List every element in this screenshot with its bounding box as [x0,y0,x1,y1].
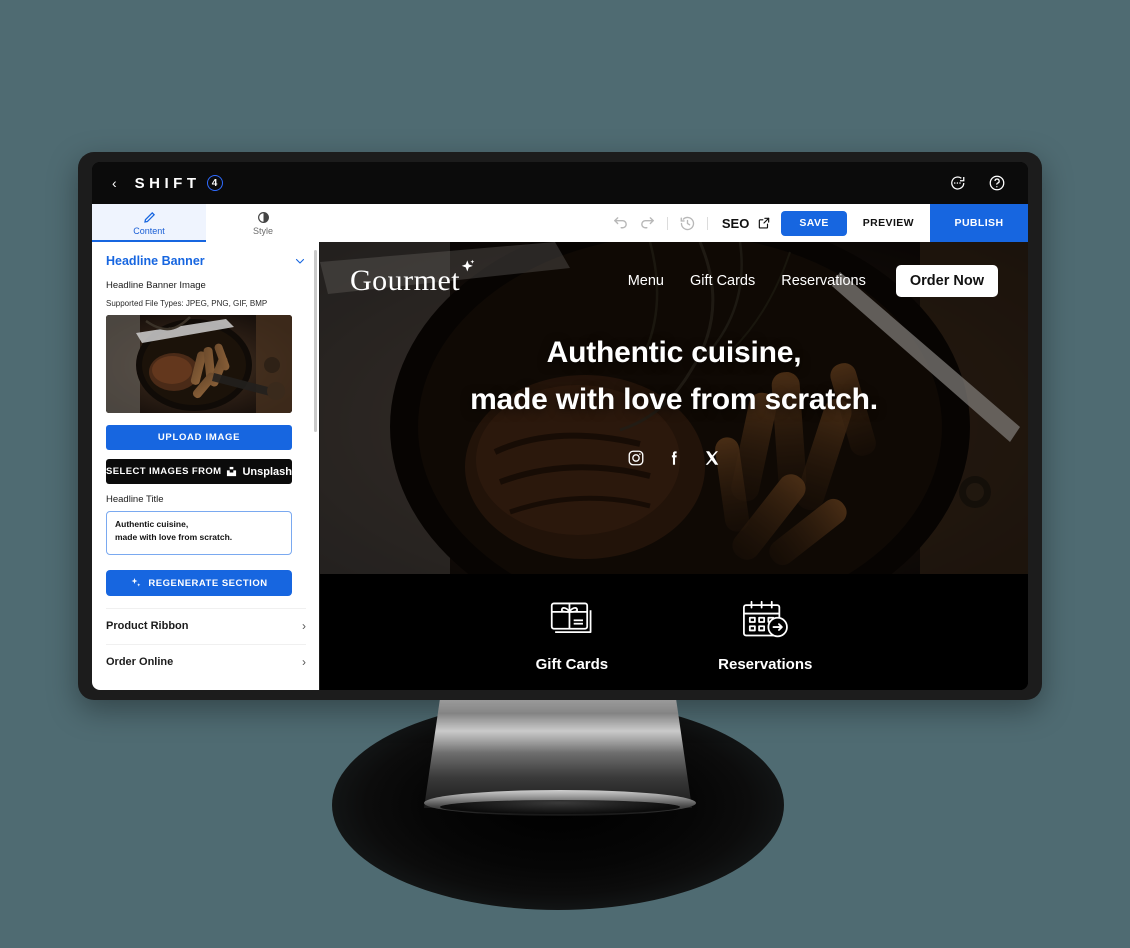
toolbar-actions: SEO SAVE PREVIEW PUBLISH [320,204,1028,242]
hero-content: Authentic cuisine, made with love from s… [320,242,1028,467]
supported-file-types: Supported File Types: JPEG, PNG, GIF, BM… [106,299,268,308]
tile-reservations[interactable]: Reservations [718,598,812,673]
tile-label: Reservations [718,655,813,673]
hero-headline-line2: made with love from scratch. [470,382,878,416]
contrast-icon [257,211,269,223]
calendar-arrow-icon [743,600,789,637]
sidebar-section-headline-banner[interactable]: Headline Banner [106,242,306,278]
tile-label: Gift Cards [535,655,609,673]
history-clock-icon[interactable] [679,215,696,232]
chat-bubble-icon[interactable] [948,174,966,192]
sidebar-scrollbar[interactable] [314,250,317,432]
sidebar-item-order-online[interactable]: Order Online › [106,644,306,678]
monitor-frame: ‹ SHIFT 4 Content Style SEO SAVE PREVIEW… [78,152,1042,700]
headline-title-label: Headline Title [106,494,164,505]
sidebar-item-label: Product Ribbon [106,619,189,632]
help-circle-icon[interactable] [988,174,1006,192]
sparkle-icon [131,578,141,587]
unsplash-icon [227,466,237,477]
brand-name: SHIFT [134,174,201,192]
back-icon[interactable]: ‹ [112,176,117,190]
content-sidebar: Headline Banner Headline Banner Image Su… [92,242,320,690]
regenerate-section-button[interactable]: REGENERATE SECTION [106,570,292,596]
facebook-icon[interactable] [665,449,683,467]
undo-icon[interactable] [612,215,629,232]
redo-icon[interactable] [639,215,656,232]
thumbnail-image [106,315,292,413]
tab-content[interactable]: Content [92,204,206,242]
seo-button[interactable]: SEO [722,216,749,231]
hero-headline-line1: Authentic cuisine, [546,336,802,369]
tab-style[interactable]: Style [206,204,320,242]
toolbar-divider [666,216,668,230]
editor-toolbar: Content Style SEO SAVE PREVIEW PUBLISH [92,204,1028,242]
page-root: ‹ SHIFT 4 Content Style SEO SAVE PREVIEW… [0,0,1130,948]
sidebar-item-label: Order Online [106,655,174,668]
sidebar-scroll-area: Headline Banner Headline Banner Image Su… [92,242,320,678]
monitor-screen: ‹ SHIFT 4 Content Style SEO SAVE PREVIEW… [92,162,1028,690]
banner-image-label: Headline Banner Image [106,280,206,291]
app-header: ‹ SHIFT 4 [92,162,1028,204]
shift4-logo: SHIFT 4 [135,175,223,192]
x-twitter-icon[interactable] [703,449,721,467]
gift-card-icon [550,602,592,633]
chevron-down-icon [295,258,305,264]
editor-tabs: Content Style [92,204,320,242]
external-link-icon[interactable] [757,216,771,230]
social-links [320,449,1028,467]
hero-banner: Gourmet Menu Gift Cards Reservations Ord… [320,242,1028,574]
chevron-right-icon: › [302,654,306,669]
header-actions [948,174,1006,192]
pencil-icon [143,211,155,223]
instagram-icon[interactable] [627,449,645,467]
brand-badge: 4 [206,175,223,191]
regenerate-section-label: REGENERATE SECTION [148,577,268,589]
sidebar-section-title: Headline Banner [106,254,205,268]
tile-gift-cards[interactable]: Gift Cards [535,598,609,673]
preview-button[interactable]: PREVIEW [846,204,930,242]
unsplash-prefix-label: SELECT IMAGES FROM [106,466,222,477]
save-button[interactable]: SAVE [781,210,847,236]
headline-title-input[interactable] [106,511,292,555]
upload-image-button[interactable]: UPLOAD IMAGE [106,425,292,450]
sidebar-item-product-ribbon[interactable]: Product Ribbon › [106,608,306,642]
quick-links-section: Gift Cards Reservations [320,574,1028,690]
tab-style-label: Style [252,225,273,236]
website-preview: Gourmet Menu Gift Cards Reservations Ord… [320,242,1028,690]
publish-button[interactable]: PUBLISH [930,204,1028,242]
toolbar-divider [706,216,708,230]
unsplash-brand-label: Unsplash [242,465,292,478]
banner-image-thumbnail[interactable] [106,315,292,413]
monitor-stand-base-lip [440,800,680,814]
tab-content-label: Content [133,225,165,236]
select-from-unsplash-button[interactable]: SELECT IMAGES FROM Unsplash [106,459,292,484]
chevron-right-icon: › [302,618,306,633]
